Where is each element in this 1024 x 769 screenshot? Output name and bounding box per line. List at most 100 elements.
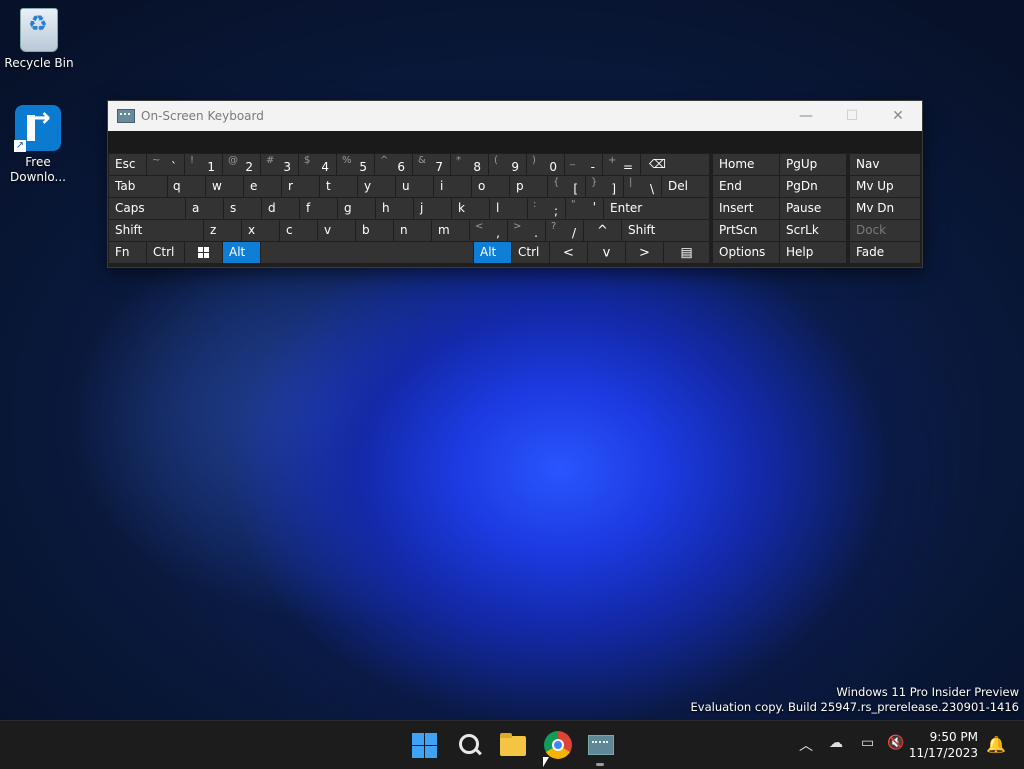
key-shift-right[interactable]: Shift	[622, 220, 709, 241]
key-a[interactable]: a	[186, 198, 223, 219]
key-menu[interactable]: ▤	[664, 242, 709, 263]
key-u[interactable]: u	[396, 176, 433, 197]
key-minus[interactable]: _ -	[565, 154, 602, 175]
key-backtick[interactable]: ~ `	[147, 154, 184, 175]
key-c[interactable]: c	[280, 220, 317, 241]
key-slash[interactable]: ? /	[546, 220, 583, 241]
key-home[interactable]: Home	[713, 154, 779, 175]
arrow-down-icon: v	[602, 245, 611, 260]
key-b[interactable]: b	[356, 220, 393, 241]
key-n[interactable]: n	[394, 220, 431, 241]
title-bar[interactable]: On-Screen Keyboard — ☐ ✕	[108, 101, 922, 131]
key-end[interactable]: End	[713, 176, 779, 197]
key-i[interactable]: i	[434, 176, 471, 197]
key-equals[interactable]: + =	[603, 154, 640, 175]
key-6[interactable]: ^ 6	[375, 154, 412, 175]
key-caps[interactable]: Caps	[109, 198, 185, 219]
key-arrow-right[interactable]: >	[626, 242, 663, 263]
key-open-bracket[interactable]: {[	[548, 176, 585, 197]
key-mv-up[interactable]: Mv Up	[850, 176, 920, 197]
key-y[interactable]: y	[358, 176, 395, 197]
key-space[interactable]	[261, 242, 473, 263]
chrome-icon[interactable]	[544, 731, 572, 759]
key-9[interactable]: (9	[489, 154, 526, 175]
key-7[interactable]: & 7	[413, 154, 450, 175]
key-f[interactable]: f	[300, 198, 337, 219]
minimize-button[interactable]: —	[783, 101, 829, 131]
key-fade[interactable]: Fade	[850, 242, 920, 263]
key-j[interactable]: j	[414, 198, 451, 219]
key-2[interactable]: @2	[223, 154, 260, 175]
key-windows[interactable]	[185, 242, 222, 263]
key-scrlk[interactable]: ScrLk	[780, 220, 846, 241]
on-screen-keyboard-icon[interactable]	[588, 731, 616, 759]
key-mv-dn[interactable]: Mv Dn	[850, 198, 920, 219]
key-t[interactable]: t	[320, 176, 357, 197]
key-z[interactable]: z	[204, 220, 241, 241]
on-screen-keyboard-window[interactable]: On-Screen Keyboard — ☐ ✕ Esc ~ ` ! 1 @2 #3…	[107, 100, 923, 268]
key-8[interactable]: * 8	[451, 154, 488, 175]
key-x[interactable]: x	[242, 220, 279, 241]
maximize-button[interactable]: ☐	[829, 101, 875, 131]
key-backspace[interactable]: ⌫	[641, 154, 709, 175]
key-o[interactable]: o	[472, 176, 509, 197]
clock[interactable]: 9:50 PM 11/17/2023	[909, 729, 978, 761]
key-r[interactable]: r	[282, 176, 319, 197]
free-download-manager-desktop-icon[interactable]: ↗ Free Downlo...	[0, 105, 76, 185]
key-3[interactable]: #3	[261, 154, 298, 175]
key-fn[interactable]: Fn	[109, 242, 146, 263]
key-semicolon[interactable]: :;	[528, 198, 565, 219]
key-tab[interactable]: Tab	[109, 176, 167, 197]
close-button[interactable]: ✕	[875, 101, 921, 131]
chevron-up-icon[interactable]: ︿	[799, 735, 813, 755]
key-shift-left[interactable]: Shift	[109, 220, 203, 241]
key-arrow-down[interactable]: v	[588, 242, 625, 263]
key-period[interactable]: >.	[508, 220, 545, 241]
key-options[interactable]: Options	[713, 242, 779, 263]
key-ctrl-right[interactable]: Ctrl	[512, 242, 549, 263]
notification-bell-icon[interactable]: 🔔	[986, 735, 1006, 754]
start-icon[interactable]	[410, 731, 438, 759]
key-insert[interactable]: Insert	[713, 198, 779, 219]
key-s[interactable]: s	[224, 198, 261, 219]
key-help[interactable]: Help	[780, 242, 846, 263]
key-pgdn[interactable]: PgDn	[780, 176, 846, 197]
key-k[interactable]: k	[452, 198, 489, 219]
key-nav[interactable]: Nav	[850, 154, 920, 175]
key-w[interactable]: w	[206, 176, 243, 197]
search-icon[interactable]	[455, 731, 483, 759]
key-5[interactable]: % 5	[337, 154, 374, 175]
key-pause[interactable]: Pause	[780, 198, 846, 219]
key-alt-right[interactable]: Alt	[474, 242, 511, 263]
key-m[interactable]: m	[432, 220, 469, 241]
key-h[interactable]: h	[376, 198, 413, 219]
key-close-bracket[interactable]: }]	[586, 176, 623, 197]
key-1[interactable]: ! 1	[185, 154, 222, 175]
volume-muted-icon[interactable]: 🔇	[887, 735, 904, 751]
key-arrow-up[interactable]: ^	[584, 220, 621, 241]
key-comma[interactable]: <,	[470, 220, 507, 241]
key-ctrl-left[interactable]: Ctrl	[147, 242, 184, 263]
key-enter[interactable]: Enter	[604, 198, 709, 219]
key-arrow-left[interactable]: <	[550, 242, 587, 263]
key-del[interactable]: Del	[662, 176, 709, 197]
recycle-bin-desktop-icon[interactable]: Recycle Bin	[1, 8, 77, 71]
key-quote[interactable]: " '	[566, 198, 603, 219]
key-l[interactable]: l	[490, 198, 527, 219]
key-alt-left[interactable]: Alt	[223, 242, 260, 263]
key-backslash[interactable]: | \	[624, 176, 661, 197]
key-v[interactable]: v	[318, 220, 355, 241]
key-prtscn[interactable]: PrtScn	[713, 220, 779, 241]
key-p[interactable]: p	[510, 176, 547, 197]
key-0[interactable]: ) 0	[527, 154, 564, 175]
network-icon[interactable]: ▭	[861, 735, 874, 751]
key-g[interactable]: g	[338, 198, 375, 219]
cloud-offline-icon[interactable]: ☁	[829, 735, 843, 751]
key-q[interactable]: q	[168, 176, 205, 197]
key-esc[interactable]: Esc	[109, 154, 146, 175]
key-e[interactable]: e	[244, 176, 281, 197]
key-d[interactable]: d	[262, 198, 299, 219]
key-4[interactable]: $4	[299, 154, 336, 175]
file-explorer-icon[interactable]	[500, 731, 528, 759]
key-pgup[interactable]: PgUp	[780, 154, 846, 175]
